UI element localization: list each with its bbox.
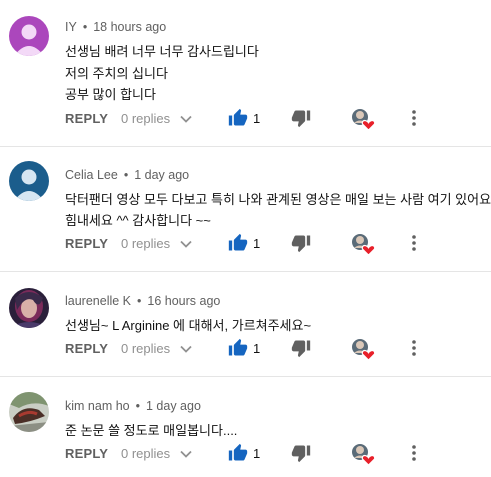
replies-toggle[interactable]: 0 replies bbox=[121, 341, 170, 356]
more-vert-icon[interactable] bbox=[411, 339, 417, 362]
author-name[interactable]: IY bbox=[65, 20, 77, 34]
comment-actions: REPLY 0 replies 1 bbox=[65, 338, 465, 363]
replies-toggle[interactable]: 0 replies bbox=[121, 236, 170, 251]
comment-actions: REPLY 0 replies 1 bbox=[65, 443, 465, 468]
meta-separator: • bbox=[123, 168, 129, 182]
creator-heart-icon[interactable] bbox=[351, 338, 377, 362]
replies-toggle[interactable]: 0 replies bbox=[121, 111, 170, 126]
author-name[interactable]: laurenelle K bbox=[65, 294, 131, 308]
thumbs-up-icon[interactable] bbox=[228, 233, 248, 258]
creator-heart-icon[interactable] bbox=[351, 443, 377, 467]
comment-meta: IY • 18 hours ago bbox=[65, 20, 166, 34]
creator-heart-icon[interactable] bbox=[351, 108, 377, 132]
comment-time[interactable]: 16 hours ago bbox=[147, 294, 220, 308]
meta-separator: • bbox=[82, 20, 88, 34]
like-count: 1 bbox=[253, 236, 261, 251]
thumbs-down-icon[interactable] bbox=[291, 233, 311, 258]
thumbs-up-icon[interactable] bbox=[228, 338, 248, 363]
creator-heart-icon[interactable] bbox=[351, 233, 377, 257]
author-name[interactable]: kim nam ho bbox=[65, 399, 130, 413]
chevron-down-icon[interactable] bbox=[179, 342, 193, 361]
thumbs-up-icon[interactable] bbox=[228, 108, 248, 133]
like-count: 1 bbox=[253, 111, 261, 126]
comment-item: kim nam ho • 1 day ago 준 논문 쓸 정도로 매일봅니다...… bbox=[0, 377, 491, 477]
reply-button[interactable]: REPLY bbox=[65, 111, 108, 126]
reply-button[interactable]: REPLY bbox=[65, 341, 108, 356]
avatar[interactable] bbox=[9, 161, 49, 201]
comment-text-line: 닥터팬더 영상 모두 다보고 특히 나와 관계된 영상은 매일 보는 사람 여기… bbox=[65, 192, 491, 207]
comment-text-line: 공부 많이 합니다 bbox=[65, 87, 156, 102]
more-vert-icon[interactable] bbox=[411, 234, 417, 257]
comment-actions: REPLY 0 replies 1 bbox=[65, 108, 465, 133]
thumbs-down-icon[interactable] bbox=[291, 338, 311, 363]
comment-item: laurenelle K • 16 hours ago 선생님~ L Arginin… bbox=[0, 272, 491, 376]
meta-separator: • bbox=[135, 399, 140, 413]
comment-time[interactable]: 1 day ago bbox=[134, 168, 189, 182]
chevron-down-icon[interactable] bbox=[179, 447, 193, 466]
reply-button[interactable]: REPLY bbox=[65, 446, 108, 461]
comment-actions: REPLY 0 replies 1 bbox=[65, 233, 465, 258]
replies-toggle[interactable]: 0 replies bbox=[121, 446, 170, 461]
like-count: 1 bbox=[253, 341, 261, 356]
comment-text-line: 선생님 배려 너무 너무 감사드립니다 bbox=[65, 44, 259, 59]
comment-time[interactable]: 1 day ago bbox=[146, 399, 201, 413]
chevron-down-icon[interactable] bbox=[179, 237, 193, 256]
author-name[interactable]: Celia Lee bbox=[65, 168, 118, 182]
avatar[interactable] bbox=[9, 288, 49, 328]
comment-item: Celia Lee • 1 day ago 닥터팬더 영상 모두 다보고 특히 나와… bbox=[0, 147, 491, 271]
comment-text-line: 준 논문 쓸 정도로 매일봅니다.... bbox=[65, 423, 238, 438]
thumbs-down-icon[interactable] bbox=[291, 443, 311, 468]
comment-time[interactable]: 18 hours ago bbox=[93, 20, 166, 34]
comment-item: IY • 18 hours ago 선생님 배려 너무 너무 감사드립니다 저의 주… bbox=[0, 0, 491, 146]
comment-meta: laurenelle K • 16 hours ago bbox=[65, 294, 220, 308]
comment-text-line: 저의 주치의 십니다 bbox=[65, 66, 168, 81]
comment-meta: kim nam ho • 1 day ago bbox=[65, 399, 201, 413]
comment-meta: Celia Lee • 1 day ago bbox=[65, 168, 189, 182]
avatar[interactable] bbox=[9, 16, 49, 56]
comment-text-line: 선생님~ L Arginine 에 대해서, 가르쳐주세요~ bbox=[65, 318, 312, 333]
meta-separator: • bbox=[137, 294, 142, 308]
more-vert-icon[interactable] bbox=[411, 444, 417, 467]
chevron-down-icon[interactable] bbox=[179, 112, 193, 131]
thumbs-up-icon[interactable] bbox=[228, 443, 248, 468]
avatar[interactable] bbox=[9, 392, 49, 432]
reply-button[interactable]: REPLY bbox=[65, 236, 108, 251]
more-vert-icon[interactable] bbox=[411, 109, 417, 132]
like-count: 1 bbox=[253, 446, 261, 461]
comment-text-line: 힘내세요 ^^ 감사합니다 ~~ bbox=[65, 213, 211, 228]
thumbs-down-icon[interactable] bbox=[291, 108, 311, 133]
